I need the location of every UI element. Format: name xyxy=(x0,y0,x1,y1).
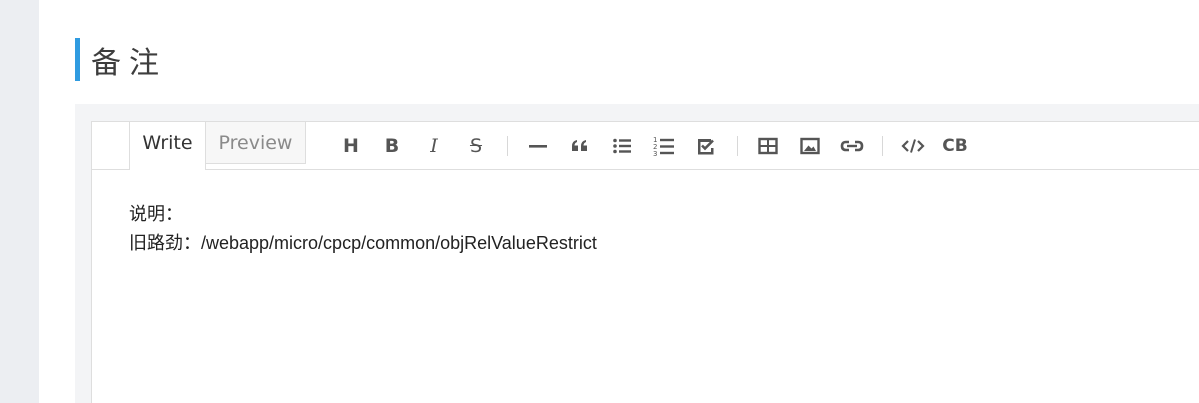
inline-code-icon xyxy=(901,139,925,153)
link-icon xyxy=(840,140,864,152)
italic-button[interactable]: I xyxy=(419,132,449,160)
editor-container: Write Preview H B I S 1 2 3 CB 说明： 旧路劲：/… xyxy=(75,104,1199,403)
quote-button[interactable] xyxy=(565,132,595,160)
heading-button[interactable]: H xyxy=(336,132,366,160)
horizontal-rule-icon xyxy=(529,145,547,148)
table-button[interactable] xyxy=(753,132,783,160)
horizontal-rule-button[interactable] xyxy=(523,132,553,160)
italic-icon: I xyxy=(430,135,438,157)
strikethrough-button[interactable]: S xyxy=(461,132,491,160)
bold-button[interactable]: B xyxy=(377,132,407,160)
image-button[interactable] xyxy=(795,132,825,160)
heading-icon: H xyxy=(343,135,359,157)
table-icon xyxy=(758,137,778,155)
toolbar-separator xyxy=(507,136,508,156)
editor-textarea[interactable]: 说明： 旧路劲：/webapp/micro/cpcp/common/objRel… xyxy=(129,200,597,258)
editor-toolbar: Write Preview H B I S 1 2 3 CB xyxy=(92,122,1199,170)
svg-text:3: 3 xyxy=(653,150,657,157)
markdown-editor: Write Preview H B I S 1 2 3 CB 说明： 旧路劲：/… xyxy=(91,121,1199,403)
content-line: 旧路劲：/webapp/micro/cpcp/common/objRelValu… xyxy=(129,233,597,253)
link-button[interactable] xyxy=(837,132,867,160)
tab-write[interactable]: Write xyxy=(129,122,206,170)
checklist-icon xyxy=(698,139,714,155)
ordered-list-button[interactable]: 1 2 3 xyxy=(649,132,679,160)
quote-icon xyxy=(572,140,587,151)
code-block-icon: CB xyxy=(942,136,968,156)
unordered-list-icon xyxy=(613,138,631,154)
bold-icon: B xyxy=(384,135,400,157)
checklist-button[interactable] xyxy=(691,132,721,160)
inline-code-button[interactable] xyxy=(898,132,928,160)
strikethrough-icon: S xyxy=(469,135,483,157)
tab-preview[interactable]: Preview xyxy=(206,122,306,164)
content-line: 说明： xyxy=(129,204,183,224)
image-icon xyxy=(800,137,820,155)
section-title: 备注 xyxy=(91,45,167,81)
section-header: 备注 xyxy=(75,38,167,81)
code-block-button[interactable]: CB xyxy=(940,132,970,160)
unordered-list-button[interactable] xyxy=(607,132,637,160)
left-rail xyxy=(0,0,39,403)
section-accent-bar xyxy=(75,38,80,81)
ordered-list-icon: 1 2 3 xyxy=(653,136,674,157)
toolbar-separator xyxy=(882,136,883,156)
toolbar-separator xyxy=(737,136,738,156)
